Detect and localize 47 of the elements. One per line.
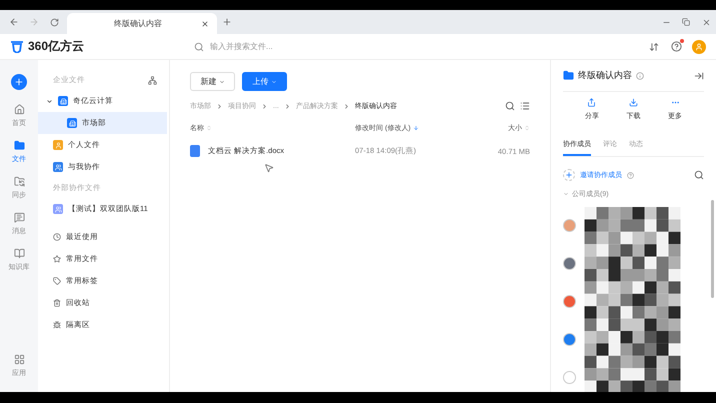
chevron-icon (284, 102, 291, 110)
upload-button[interactable]: 上传 (242, 72, 287, 91)
collapse-icon[interactable] (694, 70, 704, 80)
chevron-icon (342, 102, 350, 110)
close-icon[interactable] (201, 20, 209, 28)
help-icon (627, 172, 634, 178)
book-icon (14, 248, 24, 259)
caret-icon (270, 78, 276, 84)
tag-icon (53, 277, 61, 285)
org-icon[interactable] (148, 76, 157, 84)
help-icon[interactable] (671, 41, 682, 52)
search-icon[interactable] (694, 170, 704, 180)
caret-icon (563, 191, 569, 197)
clock-icon (53, 233, 61, 241)
message-icon (14, 212, 24, 223)
plus-icon (14, 77, 24, 87)
team-icon (53, 204, 63, 214)
logo-text: 360亿方云 (28, 38, 84, 55)
apps-icon (14, 354, 24, 365)
document-icon (190, 145, 200, 157)
transfer-icon[interactable] (649, 42, 659, 52)
folder-sync-icon (14, 176, 24, 187)
caret-icon (218, 78, 224, 84)
folder-icon (563, 70, 574, 81)
download-icon (628, 98, 638, 107)
building-icon (58, 96, 68, 106)
add-icon[interactable] (563, 169, 575, 181)
building-icon (67, 118, 77, 128)
chevron-icon (261, 102, 268, 110)
browser-tab[interactable]: 终版确认内容 (67, 13, 217, 34)
list-view-icon[interactable] (520, 101, 530, 111)
search-icon (194, 42, 204, 52)
chevron-icon (216, 102, 223, 110)
share-icon (587, 98, 596, 107)
home-icon (14, 104, 24, 115)
logo-icon (10, 40, 24, 52)
caret-icon[interactable] (46, 98, 53, 104)
add-button[interactable] (11, 74, 27, 90)
star-icon (53, 255, 61, 263)
panel-title: 终版确认内容 (578, 69, 632, 82)
info-icon[interactable] (636, 72, 644, 80)
search-icon[interactable] (505, 101, 515, 111)
bug-icon (53, 321, 61, 329)
trash-icon (53, 299, 61, 307)
new-button[interactable]: 新建 (190, 72, 235, 91)
cursor-icon (264, 163, 274, 173)
folder-icon (14, 140, 24, 151)
